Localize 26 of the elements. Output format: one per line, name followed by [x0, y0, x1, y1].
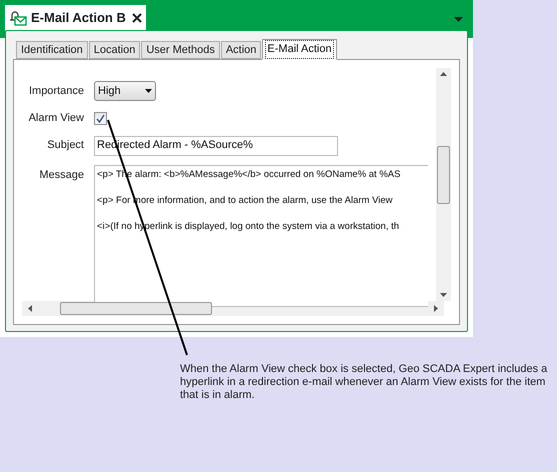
tab[interactable]: Location	[88, 41, 140, 59]
dropdown-caret-icon[interactable]	[454, 17, 463, 22]
tab[interactable]: User Methods	[141, 41, 220, 59]
scroll-up-icon[interactable]	[440, 72, 447, 76]
scroll-thumb[interactable]	[60, 302, 212, 315]
message-field[interactable]	[94, 164, 428, 306]
window-title: E-Mail Action B	[31, 9, 126, 28]
scroll-down-icon[interactable]	[440, 293, 447, 297]
field-label: Alarm View	[28, 111, 85, 126]
callout-text: When the Alarm View check box is selected, Geo SCADA Expert includes a hyperlink in a redirection e-mail whenever an Alarm View exists for the item that is in alarm.	[180, 363, 548, 402]
scroll-thumb[interactable]	[437, 146, 450, 204]
field-label: Subject	[46, 138, 85, 154]
caret-icon	[145, 89, 152, 93]
importance-dropdown[interactable]: High	[94, 81, 156, 101]
bell-envelope-icon	[9, 10, 27, 26]
field-label: Message	[38, 168, 85, 182]
tab[interactable]: Identification	[16, 41, 88, 59]
tab[interactable]: E-Mail Action	[262, 39, 337, 60]
field-label: Importance	[28, 84, 85, 99]
document-tab[interactable]: E-Mail Action B	[5, 5, 146, 31]
vertical-scrollbar[interactable]	[436, 68, 451, 301]
tab[interactable]: Action	[220, 41, 262, 59]
alarm-view-checkbox[interactable]	[94, 112, 107, 125]
close-icon[interactable]	[132, 13, 142, 23]
scroll-right-icon[interactable]	[434, 305, 438, 312]
scroll-left-icon[interactable]	[28, 305, 32, 312]
